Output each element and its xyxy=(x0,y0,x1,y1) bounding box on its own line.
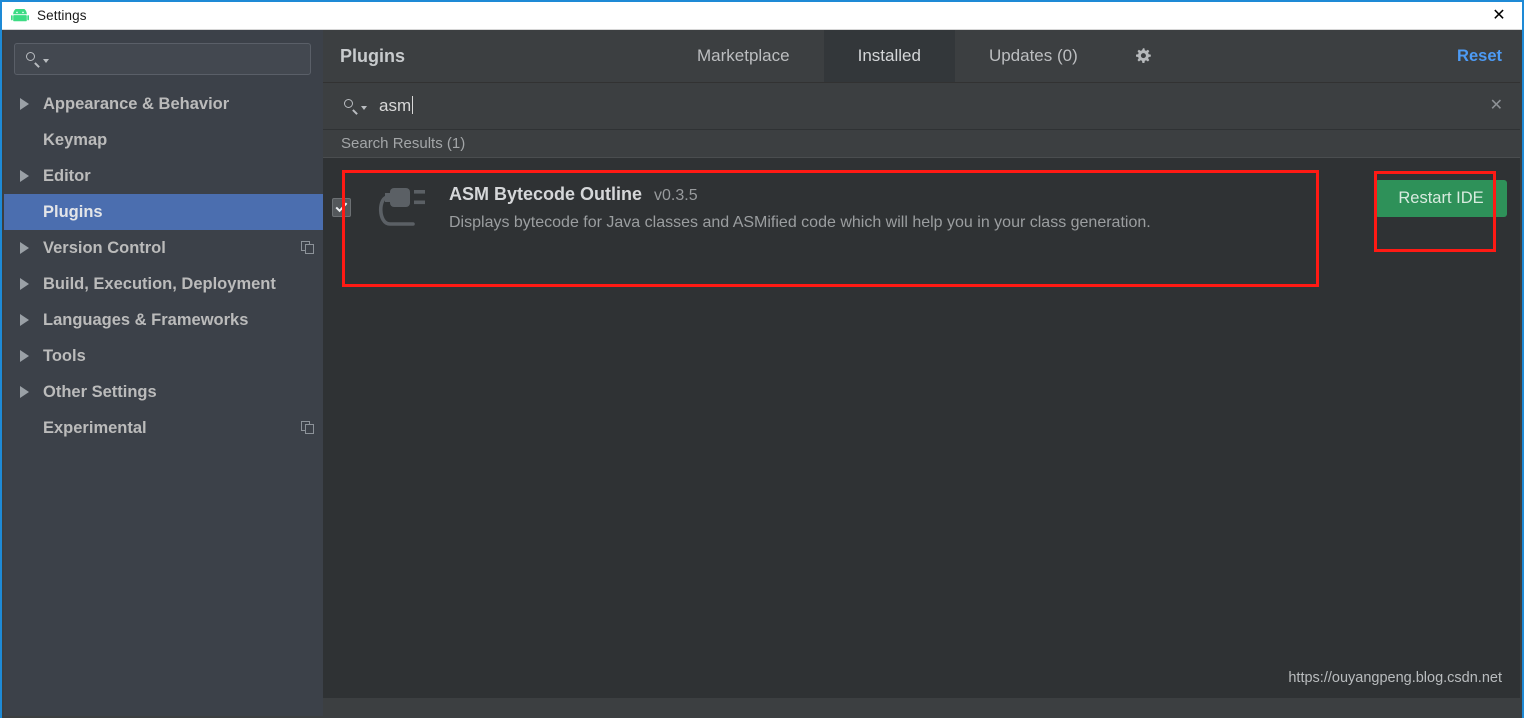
chevron-right-icon[interactable] xyxy=(20,242,29,254)
search-icon xyxy=(343,98,359,114)
plugin-title-row: ASM Bytecode Outline v0.3.5 xyxy=(449,184,1151,205)
sidebar-item-experimental[interactable]: Experimental xyxy=(4,410,323,446)
page-title: Plugins xyxy=(340,45,406,66)
list-item[interactable]: ASM Bytecode Outline v0.3.5 Displays byt… xyxy=(323,160,1520,270)
window-title: Settings xyxy=(37,8,87,23)
settings-sidebar: Appearance & Behavior Keymap Editor Plugins… xyxy=(4,30,323,716)
clear-search-icon[interactable]: ✕ xyxy=(1490,98,1503,114)
plugin-name: ASM Bytecode Outline xyxy=(449,184,643,204)
android-robot-icon xyxy=(11,8,29,24)
sidebar-item-build-execution-deployment[interactable]: Build, Execution, Deployment xyxy=(4,266,323,302)
chevron-right-icon[interactable] xyxy=(20,314,29,326)
chevron-right-icon[interactable] xyxy=(20,98,29,110)
chevron-right-icon[interactable] xyxy=(20,278,29,290)
sidebar-item-plugins[interactable]: Plugins xyxy=(4,194,323,230)
plugin-enabled-checkbox[interactable] xyxy=(332,198,351,217)
sidebar-item-label: Plugins xyxy=(43,202,103,221)
plugins-panel: Plugins Marketplace Installed Updates (0… xyxy=(323,30,1520,716)
tab-installed[interactable]: Installed xyxy=(823,30,955,82)
sidebar-item-other-settings[interactable]: Other Settings xyxy=(4,374,323,410)
sidebar-item-label: Other Settings xyxy=(43,382,157,401)
plugin-results-area: ASM Bytecode Outline v0.3.5 Displays byt… xyxy=(323,158,1520,698)
plugin-search-input[interactable]: asm ✕ xyxy=(323,83,1520,130)
sidebar-item-label: Version Control xyxy=(43,238,166,257)
sidebar-item-label: Keymap xyxy=(43,130,108,149)
search-icon xyxy=(25,51,41,67)
sidebar-item-editor[interactable]: Editor xyxy=(4,158,323,194)
sidebar-item-version-control[interactable]: Version Control xyxy=(4,230,323,266)
gear-icon[interactable] xyxy=(1112,30,1174,82)
sidebar-item-label: Tools xyxy=(43,346,86,365)
sidebar-item-tools[interactable]: Tools xyxy=(4,338,323,374)
watermark-text: https://ouyangpeng.blog.csdn.net xyxy=(1288,670,1502,686)
chevron-right-icon[interactable] xyxy=(20,350,29,362)
plugin-version: v0.3.5 xyxy=(654,187,698,204)
sidebar-item-appearance-behavior[interactable]: Appearance & Behavior xyxy=(4,86,323,122)
search-results-header: Search Results (1) xyxy=(323,130,1520,158)
plugin-search-value: asm xyxy=(379,96,414,115)
tab-marketplace[interactable]: Marketplace xyxy=(663,30,824,82)
reset-link[interactable]: Reset xyxy=(1457,30,1520,82)
copy-settings-icon[interactable] xyxy=(301,421,315,435)
sidebar-item-label: Appearance & Behavior xyxy=(43,94,230,113)
chevron-right-icon[interactable] xyxy=(20,170,29,182)
title-bar: Settings ✕ xyxy=(2,0,1522,30)
chevron-right-icon[interactable] xyxy=(20,386,29,398)
plugin-plug-icon xyxy=(373,180,427,234)
sidebar-item-label: Build, Execution, Deployment xyxy=(43,274,276,293)
tab-updates[interactable]: Updates (0) xyxy=(955,30,1112,82)
plugin-info: ASM Bytecode Outline v0.3.5 Displays byt… xyxy=(449,184,1151,232)
sidebar-item-list: Appearance & Behavior Keymap Editor Plugins… xyxy=(4,86,323,446)
copy-settings-icon[interactable] xyxy=(301,241,315,255)
chevron-down-icon xyxy=(361,106,367,110)
plugins-tab-bar: Plugins Marketplace Installed Updates (0… xyxy=(323,30,1520,83)
sidebar-item-languages-frameworks[interactable]: Languages & Frameworks xyxy=(4,302,323,338)
plugin-description: Displays bytecode for Java classes and A… xyxy=(449,214,1151,231)
restart-ide-button[interactable]: Restart IDE xyxy=(1375,180,1507,217)
close-icon[interactable]: ✕ xyxy=(1476,2,1522,30)
text-caret xyxy=(412,96,414,114)
sidebar-search-input[interactable] xyxy=(14,43,311,75)
gear-glyph xyxy=(1134,47,1152,65)
sidebar-item-label: Editor xyxy=(43,166,91,185)
settings-window: Settings ✕ Appearance & Behavior Keymap Ed… xyxy=(0,0,1524,718)
chevron-down-icon xyxy=(43,59,49,63)
sidebar-item-label: Languages & Frameworks xyxy=(43,310,249,329)
sidebar-item-keymap[interactable]: Keymap xyxy=(4,122,323,158)
sidebar-item-label: Experimental xyxy=(43,418,147,437)
